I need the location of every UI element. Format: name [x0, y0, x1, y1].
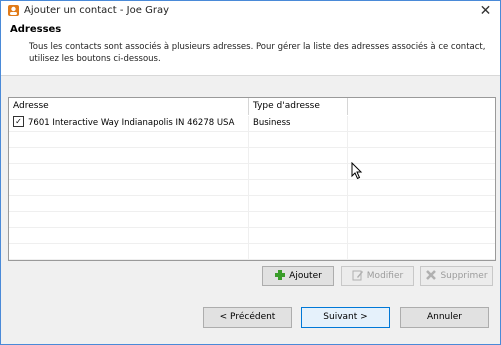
empty-row: [9, 180, 495, 196]
delete-button[interactable]: Supprimer: [420, 266, 493, 286]
back-button[interactable]: < Précédent: [203, 307, 292, 328]
cancel-button[interactable]: Annuler: [400, 307, 489, 328]
next-button[interactable]: Suivant >: [301, 307, 390, 328]
page-description: Tous les contacts sont associés à plusie…: [29, 42, 486, 64]
empty-row: [9, 228, 495, 244]
page-header: Adresses Tous les contacts sont associés…: [1, 21, 500, 76]
page-title: Adresses: [10, 24, 62, 35]
edit-button[interactable]: Modifier: [341, 266, 414, 286]
empty-row: [9, 148, 495, 164]
empty-row: [9, 212, 495, 228]
column-header-address[interactable]: Adresse: [9, 98, 249, 115]
add-button[interactable]: Ajouter: [262, 266, 334, 286]
delete-icon: [426, 269, 437, 280]
column-header-type[interactable]: Type d'adresse: [249, 98, 348, 115]
delete-label: Supprimer: [440, 271, 488, 281]
address-list[interactable]: Adresse Type d'adresse ✓ 7601 Interactive…: [8, 97, 496, 261]
dialog-window: Ajouter un contact - Joe Gray ✕ Adresses…: [0, 0, 501, 345]
close-icon[interactable]: ✕: [471, 1, 500, 21]
address-text: 7601 Interactive Way Indianapolis IN 462…: [28, 118, 235, 128]
edit-label: Modifier: [366, 271, 404, 281]
add-label: Ajouter: [289, 271, 322, 281]
app-icon: [8, 5, 19, 16]
edit-icon: [352, 270, 363, 280]
empty-row: [9, 132, 495, 148]
window-title: Ajouter un contact - Joe Gray: [24, 5, 169, 16]
plus-icon: [275, 269, 286, 280]
row-checkbox[interactable]: ✓: [13, 116, 24, 127]
mouse-cursor-icon: [351, 162, 363, 180]
empty-row: [9, 164, 495, 180]
title-bar[interactable]: Ajouter un contact - Joe Gray ✕: [1, 1, 500, 21]
empty-row: [9, 244, 495, 260]
address-cell: ✓ 7601 Interactive Way Indianapolis IN 46…: [9, 116, 249, 132]
table-row[interactable]: ✓ 7601 Interactive Way Indianapolis IN 46…: [9, 116, 495, 132]
empty-row: [9, 196, 495, 212]
type-cell: Business: [249, 116, 348, 132]
